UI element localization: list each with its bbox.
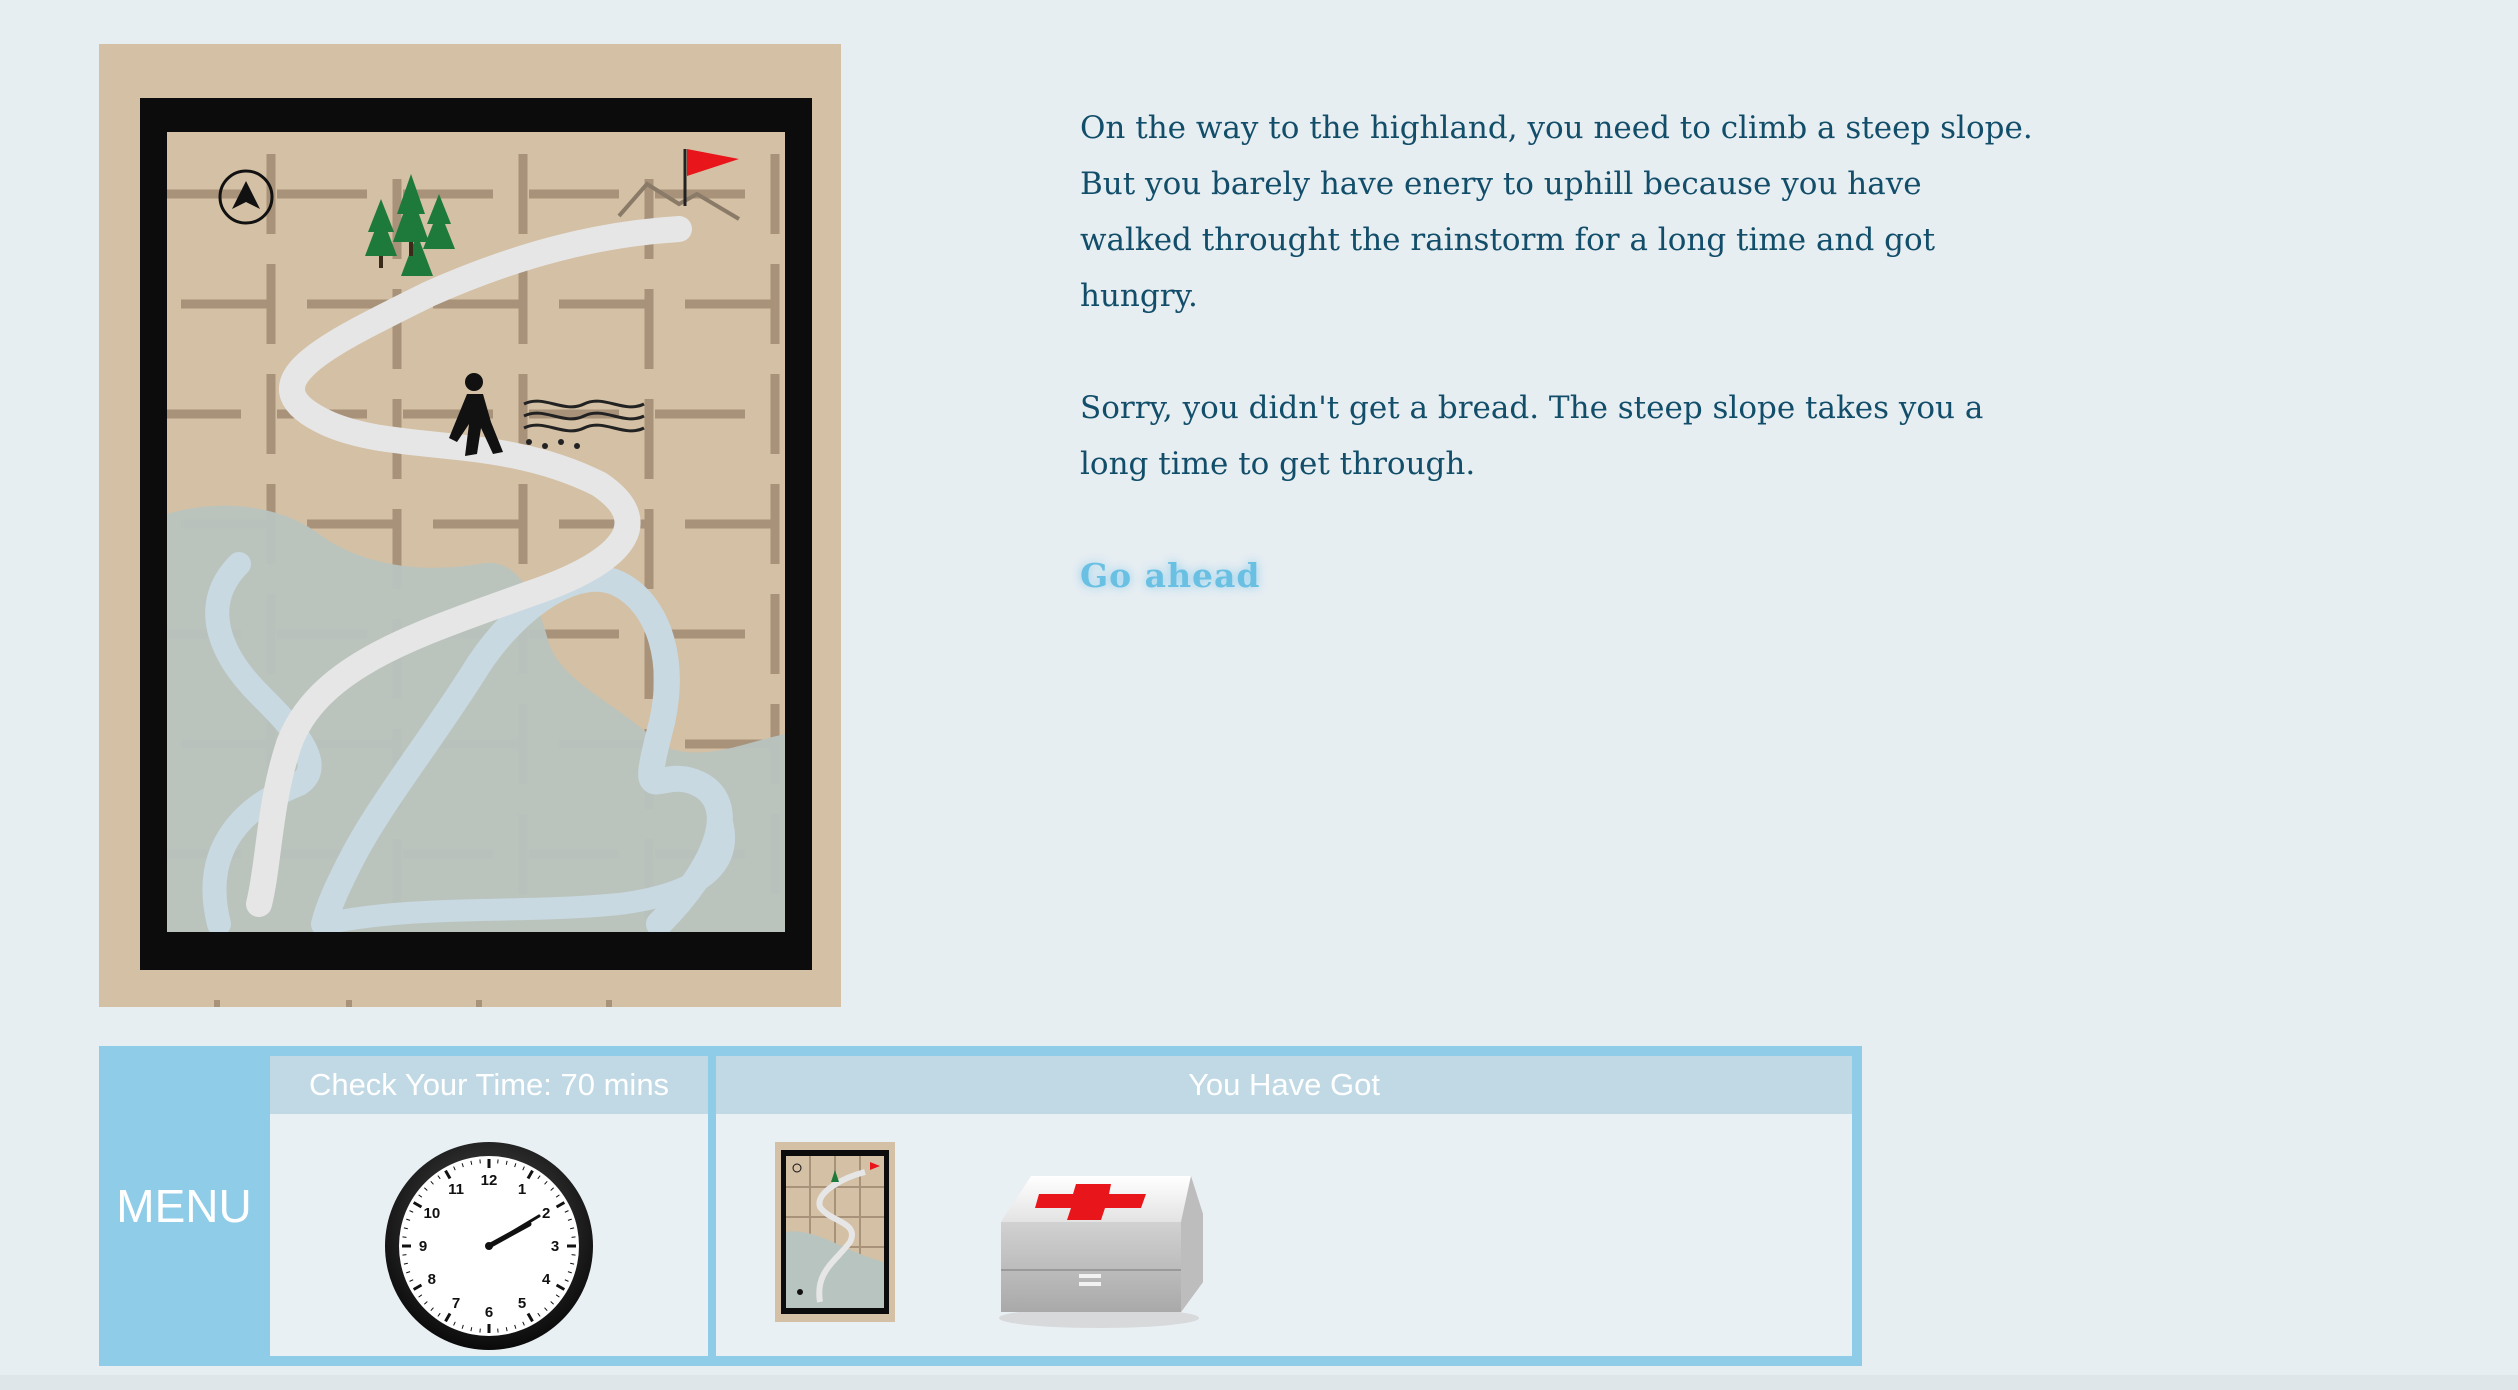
inventory-panel: You Have Got (716, 1056, 1852, 1356)
clock-number: 9 (419, 1238, 427, 1255)
clock-number: 3 (551, 1238, 559, 1255)
map-illustration (99, 44, 841, 1007)
clock-number: 12 (481, 1172, 498, 1189)
story-paragraph: On the way to the highland, you need to … (1080, 110, 2033, 314)
time-header: Check Your Time: 70 mins (270, 1056, 708, 1114)
story-panel: On the way to the highland, you need to … (1080, 100, 2040, 605)
time-panel: Check Your Time: 70 mins 12 1 2 3 4 5 6 7 8 9 10 11 (270, 1056, 708, 1356)
clock-number: 4 (542, 1271, 551, 1288)
clock-number: 8 (428, 1271, 436, 1288)
clock-number: 5 (518, 1295, 526, 1312)
clock-number: 1 (518, 1181, 526, 1198)
clock-number: 6 (485, 1304, 493, 1321)
first-aid-kit-icon[interactable] (981, 1162, 1211, 1332)
menu-label: MENU (116, 1180, 252, 1232)
go-ahead-link[interactable]: Go ahead (1080, 548, 1261, 604)
clock-number: 11 (448, 1181, 464, 1198)
trail-map-icon[interactable] (775, 1142, 895, 1322)
menu-bar: MENU Check Your Time: 70 mins 12 1 2 3 4 5 6 7 8… (99, 1046, 1862, 1366)
clock-number: 7 (452, 1295, 460, 1312)
inventory-header: You Have Got (716, 1056, 1852, 1114)
clock-number: 2 (542, 1205, 550, 1222)
page-footer-strip (0, 1375, 2518, 1390)
story-paragraph: Sorry, you didn't get a bread. The steep… (1080, 390, 1984, 482)
clock-icon: 12 1 2 3 4 5 6 7 8 9 10 11 (383, 1140, 595, 1356)
clock-number: 10 (423, 1205, 440, 1222)
